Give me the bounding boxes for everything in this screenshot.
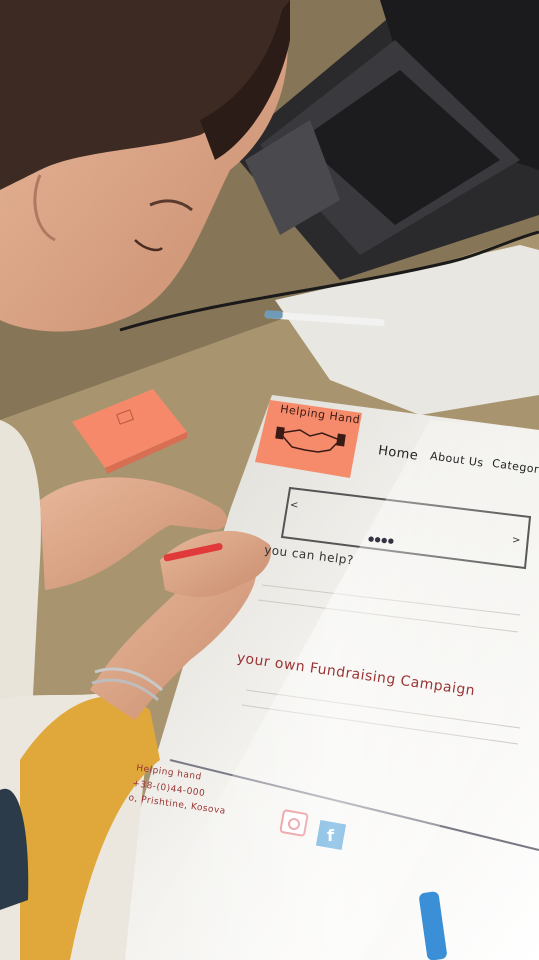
slider-right-arrow[interactable]: > [512,535,521,546]
photo-scene: Helping Hand Home About Us Categor < > ●… [0,0,539,960]
slider-left-arrow[interactable]: < [290,500,299,511]
facebook-glyph[interactable]: f [327,826,334,845]
